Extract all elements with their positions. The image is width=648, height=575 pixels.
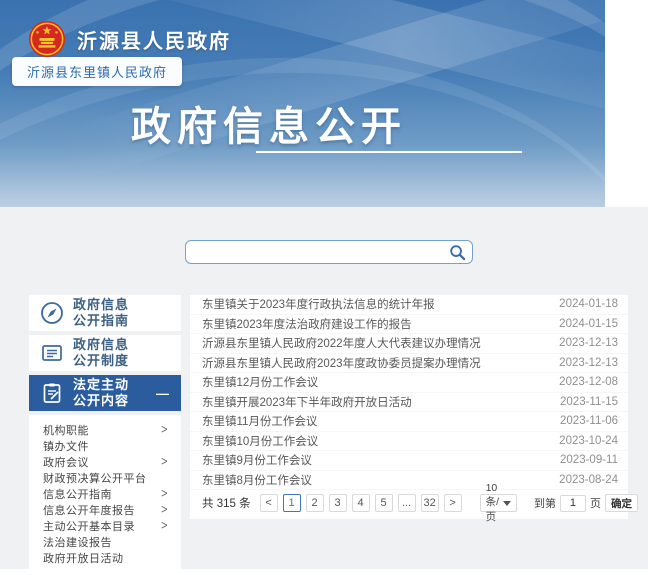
goto-page-input[interactable] bbox=[560, 495, 586, 512]
goto-page-group: 到第 页 确定 bbox=[534, 494, 638, 512]
sidebar-sub-item-label: 机构职能 bbox=[43, 422, 89, 438]
next-page-button[interactable]: > bbox=[444, 494, 462, 512]
document-date: 2023-12-13 bbox=[559, 357, 618, 369]
document-row[interactable]: 东里镇8月份工作会议 2023-08-24 bbox=[190, 471, 628, 491]
document-row[interactable]: 东里镇11月份工作会议 2023-11-06 bbox=[190, 412, 628, 432]
sidebar-sub-item-label: 信息公开指南 bbox=[43, 486, 112, 502]
title-underline bbox=[256, 151, 522, 153]
chevron-right-icon: > bbox=[161, 519, 168, 533]
sidebar-item-label: 政府信息 公开指南 bbox=[73, 297, 129, 330]
document-date: 2023-12-08 bbox=[559, 376, 618, 388]
document-row[interactable]: 沂源县东里镇人民政府2023年度政协委员提案办理情况 2023-12-13 bbox=[190, 354, 628, 374]
site-title: 沂源县人民政府 bbox=[77, 25, 231, 54]
sidebar-sub-item[interactable]: 信息公开年度报告 > bbox=[29, 502, 181, 518]
clipboard-pen-icon bbox=[40, 381, 64, 405]
page-number-button[interactable]: 4 bbox=[352, 494, 370, 512]
document-title[interactable]: 东里镇10月份工作会议 bbox=[202, 433, 547, 449]
page-title: 政府信息公开 bbox=[131, 94, 407, 152]
document-title[interactable]: 东里镇11月份工作会议 bbox=[202, 413, 548, 429]
sidebar-sub-item-label: 信息公开年度报告 bbox=[43, 502, 135, 518]
chevron-right-icon: > bbox=[161, 423, 168, 437]
page-number-button[interactable]: 2 bbox=[306, 494, 324, 512]
sidebar: 政府信息 公开指南 政府信息 公开制度 法定主动 公开内容 — bbox=[29, 295, 181, 575]
page-number-button[interactable]: 5 bbox=[375, 494, 393, 512]
sidebar-sub-item[interactable]: 机构职能 > bbox=[29, 422, 181, 438]
sidebar-item-guide[interactable]: 政府信息 公开指南 bbox=[29, 295, 181, 331]
document-row[interactable]: 沂源县东里镇人民政府2022年度人大代表建议办理情况 2023-12-13 bbox=[190, 334, 628, 354]
sidebar-sub-item[interactable]: 政府会议 > bbox=[29, 454, 181, 470]
document-date: 2024-01-15 bbox=[559, 318, 618, 330]
goto-suffix-label: 页 bbox=[590, 495, 601, 511]
goto-prefix-label: 到第 bbox=[534, 495, 556, 511]
sidebar-sub-item-label: 财政预决算公开平台 bbox=[43, 470, 147, 486]
sidebar-sub-item[interactable]: 信息公开指南 > bbox=[29, 486, 181, 502]
document-title[interactable]: 东里镇开展2023年下半年政府开放日活动 bbox=[202, 394, 548, 410]
total-count-label: 共 315 条 bbox=[202, 495, 251, 511]
document-title[interactable]: 东里镇9月份工作会议 bbox=[202, 452, 548, 468]
document-row[interactable]: 东里镇9月份工作会议 2023-09-11 bbox=[190, 451, 628, 471]
document-title[interactable]: 东里镇12月份工作会议 bbox=[202, 374, 547, 390]
sidebar-item-statutory-disclosure[interactable]: 法定主动 公开内容 — bbox=[29, 375, 181, 411]
search-input[interactable] bbox=[194, 243, 449, 261]
document-date: 2023-08-24 bbox=[559, 474, 618, 486]
prev-page-button[interactable]: < bbox=[260, 494, 278, 512]
sidebar-sub-item-label: 镇办文件 bbox=[43, 438, 89, 454]
header-banner: 沂源县人民政府 沂源县东里镇人民政府 政府信息公开 bbox=[0, 0, 605, 207]
page-number-button[interactable]: 32 bbox=[421, 494, 439, 512]
document-title[interactable]: 东里镇2023年度法治政府建设工作的报告 bbox=[202, 316, 547, 332]
collapse-minus-icon[interactable]: — bbox=[156, 386, 173, 401]
pagination-bar: 共 315 条 < 1 2 3 4 5 ... 32 > 10 条/页 到第 页… bbox=[190, 490, 628, 514]
sidebar-sub-item[interactable]: 镇办文件 > bbox=[29, 438, 181, 454]
sidebar-sub-item[interactable]: 主动公开基本目录 > bbox=[29, 518, 181, 534]
document-title[interactable]: 沂源县东里镇人民政府2023年度政协委员提案办理情况 bbox=[202, 355, 547, 371]
document-row[interactable]: 东里镇2023年度法治政府建设工作的报告 2024-01-15 bbox=[190, 315, 628, 335]
search-icon bbox=[449, 244, 466, 261]
document-row[interactable]: 东里镇10月份工作会议 2023-10-24 bbox=[190, 432, 628, 452]
document-row[interactable]: 东里镇关于2023年度行政执法信息的统计年报 2024-01-18 bbox=[190, 295, 628, 315]
document-date: 2023-12-13 bbox=[559, 337, 618, 349]
document-title[interactable]: 沂源县东里镇人民政府2022年度人大代表建议办理情况 bbox=[202, 335, 547, 351]
search-bar bbox=[185, 240, 473, 264]
document-title[interactable]: 东里镇关于2023年度行政执法信息的统计年报 bbox=[202, 296, 547, 312]
sidebar-sub-item[interactable]: 财政预决算公开平台 > bbox=[29, 470, 181, 486]
chevron-down-icon bbox=[503, 501, 511, 506]
document-date: 2024-01-18 bbox=[559, 298, 618, 310]
search-button[interactable] bbox=[449, 244, 466, 261]
list-icon bbox=[40, 341, 64, 365]
sub-site-badge[interactable]: 沂源县东里镇人民政府 bbox=[12, 57, 182, 86]
page-number-button[interactable]: 1 bbox=[283, 494, 301, 512]
compass-icon bbox=[40, 301, 64, 325]
page-number-button[interactable]: ... bbox=[398, 494, 416, 512]
sidebar-sub-item-label: 政府会议 bbox=[43, 454, 89, 470]
page-size-select[interactable]: 10 条/页 bbox=[480, 494, 517, 512]
document-row[interactable]: 东里镇开展2023年下半年政府开放日活动 2023-11-15 bbox=[190, 393, 628, 413]
document-date: 2023-11-15 bbox=[560, 396, 618, 408]
page-number-button[interactable]: 3 bbox=[329, 494, 347, 512]
sidebar-sub-item[interactable]: 法治建设报告 > bbox=[29, 534, 181, 550]
site-brand[interactable]: 沂源县人民政府 bbox=[28, 20, 231, 58]
page-size-label: 10 条/页 bbox=[486, 482, 499, 524]
sidebar-sub-item[interactable]: 政府开放日活动 > bbox=[29, 550, 181, 566]
sidebar-sub-list: 机构职能 > 镇办文件 > 政府会议 > 财政预决算公开平台 > 信息公开指南 … bbox=[29, 415, 181, 575]
sidebar-sub-item-label: 主动公开基本目录 bbox=[43, 518, 135, 534]
sidebar-item-rules[interactable]: 政府信息 公开制度 bbox=[29, 335, 181, 371]
document-list-panel: 东里镇关于2023年度行政执法信息的统计年报 2024-01-18 东里镇202… bbox=[190, 295, 628, 519]
chevron-right-icon: > bbox=[161, 455, 168, 469]
document-date: 2023-09-11 bbox=[560, 454, 618, 466]
sidebar-item-label: 政府信息 公开制度 bbox=[73, 337, 129, 370]
document-date: 2023-10-24 bbox=[559, 435, 618, 447]
goto-confirm-button[interactable]: 确定 bbox=[605, 494, 638, 512]
national-emblem-icon bbox=[28, 20, 66, 58]
document-row[interactable]: 东里镇12月份工作会议 2023-12-08 bbox=[190, 373, 628, 393]
sidebar-sub-item-label: 政府开放日活动 bbox=[43, 550, 124, 566]
chevron-right-icon: > bbox=[161, 487, 168, 501]
document-date: 2023-11-06 bbox=[560, 415, 618, 427]
sidebar-sub-item-label: 法治建设报告 bbox=[43, 534, 112, 550]
chevron-right-icon: > bbox=[161, 503, 168, 517]
sidebar-item-label: 法定主动 公开内容 bbox=[73, 377, 129, 410]
